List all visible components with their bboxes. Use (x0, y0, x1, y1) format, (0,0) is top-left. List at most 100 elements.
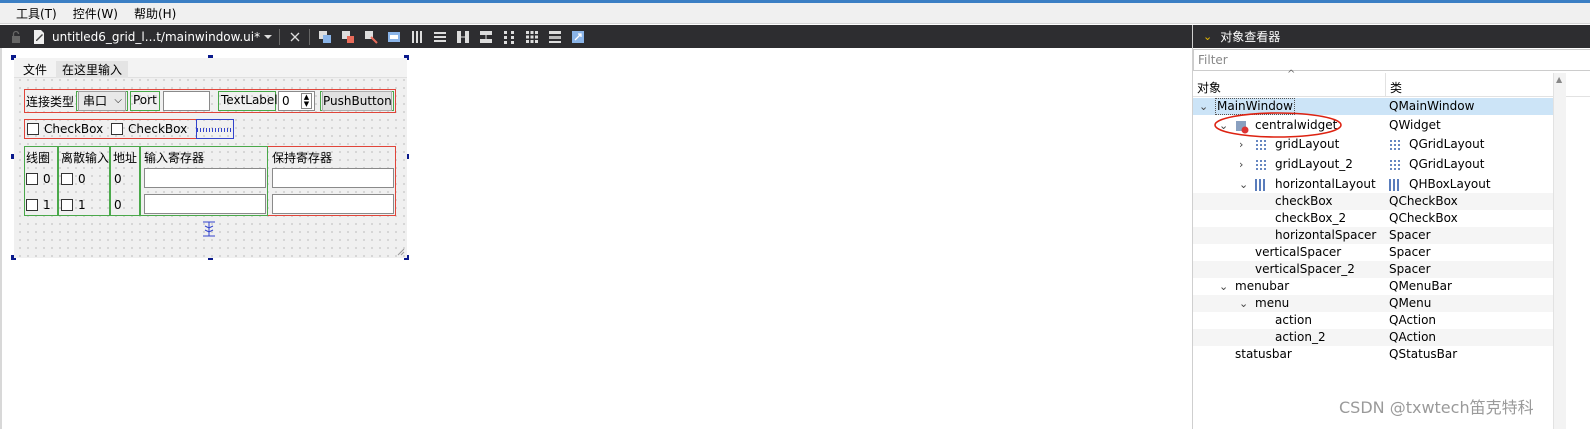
tree-cls: QAction (1389, 313, 1437, 327)
tree-row-action[interactable]: action QAction (1193, 312, 1553, 329)
header-discrete: 离散输入 (61, 151, 110, 165)
adjust-size-icon[interactable] (566, 25, 589, 48)
tree-row-menu[interactable]: ⌄ menu QMenu (1193, 295, 1553, 312)
resize-grip-icon[interactable] (397, 248, 405, 256)
tree-obj: action (1275, 313, 1312, 327)
layout-horizontal-icon[interactable] (405, 25, 428, 48)
column-header-object[interactable]: 对象 (1197, 79, 1221, 96)
checkbox-2[interactable]: CheckBox (111, 122, 187, 136)
tree-obj: statusbar (1235, 347, 1292, 361)
tree-row-checkbox-2[interactable]: checkBox_2 QCheckBox (1193, 210, 1553, 227)
edit-tab-order-icon[interactable] (382, 25, 405, 48)
layout-vertical-icon[interactable] (428, 25, 451, 48)
checkbox-2-label: CheckBox (128, 122, 188, 136)
tree-row-gridlayout-2[interactable]: › gridLayout_2 QGridLayout (1193, 156, 1553, 173)
close-icon[interactable] (283, 25, 306, 48)
discrete-checkbox-0[interactable]: 0 (61, 172, 86, 186)
collapse-chevron-icon[interactable]: ⌄ (1203, 30, 1212, 43)
tree-cls: Spacer (1389, 245, 1431, 259)
chevron-right-icon[interactable]: › (1239, 156, 1243, 173)
grid-layout-icon (1389, 159, 1401, 171)
column-header-class[interactable]: 类 (1390, 79, 1402, 96)
chevron-down-icon[interactable]: ⌄ (1199, 98, 1208, 115)
tree-cls: QMenu (1389, 296, 1432, 310)
chevron-down-icon[interactable]: ⌄ (1239, 295, 1248, 312)
tree-obj: verticalSpacer_2 (1255, 262, 1355, 276)
port-type-combo[interactable]: 串口 ⌵ (78, 91, 126, 111)
watermark-text: CSDN @txwtech笛克特科 (1339, 398, 1534, 417)
port-type-combo-value: 串口 (83, 94, 108, 108)
lock-icon[interactable] (4, 25, 27, 48)
spin-box[interactable]: 0 ▲ ▼ (278, 91, 315, 111)
scroll-up-arrow-icon[interactable]: ▲ (1556, 75, 1562, 84)
edit-widgets-icon[interactable] (313, 25, 336, 48)
tree-obj: checkBox (1275, 194, 1333, 208)
document-tab[interactable]: untitled6_grid_l...t/mainwindow.ui* (50, 25, 260, 48)
tree-row-menubar[interactable]: ⌄ menubar QMenuBar (1193, 278, 1553, 295)
grid-layout-icon (1255, 159, 1267, 171)
inspector-scrollbar[interactable]: ▲ (1553, 73, 1566, 429)
layout-h-splitter-icon[interactable] (451, 25, 474, 48)
discrete-checkbox-1[interactable]: 1 (61, 198, 86, 212)
tree-row-horizontallayout[interactable]: ⌄ horizontalLayout QHBoxLayout (1193, 176, 1553, 193)
coil-checkbox-1[interactable]: 1 (26, 198, 51, 212)
form-editor-canvas[interactable]: 文件 在这里输入 连接类型 串口 ⌵ Port TextLabel 0 ▲ ▼ P… (0, 48, 1192, 429)
layout-form-icon[interactable] (497, 25, 520, 48)
main-window-form[interactable]: 文件 在这里输入 连接类型 串口 ⌵ Port TextLabel 0 ▲ ▼ P… (14, 58, 407, 258)
object-inspector-panel: ⌄ 对象查看器 Filter 对象 ^ 类 ⌄ MainWindow QMain… (1192, 25, 1590, 429)
tree-obj: verticalSpacer (1255, 245, 1342, 259)
tree-obj: horizontalLayout (1275, 177, 1376, 191)
tree-row-statusbar[interactable]: statusbar QStatusBar (1193, 346, 1553, 363)
port-input[interactable] (163, 91, 210, 111)
menu-widgets[interactable]: 控件(W) (65, 5, 126, 22)
spin-box-value: 0 (282, 94, 290, 108)
toolbar-separator (279, 28, 281, 45)
hbox-layout-icon (1255, 179, 1267, 191)
push-button[interactable]: PushButton (322, 91, 392, 111)
coil-checkbox-0[interactable]: 0 (26, 172, 51, 186)
holding-register-1[interactable] (272, 194, 394, 214)
tree-row-verticalspacer-2[interactable]: verticalSpacer_2 Spacer (1193, 261, 1553, 278)
checkbox-square-icon (111, 123, 123, 135)
tree-cls: QStatusBar (1389, 347, 1458, 361)
tree-obj: horizontalSpacer (1275, 228, 1377, 242)
input-register-0[interactable] (144, 168, 266, 188)
tree-row-action-2[interactable]: action_2 QAction (1193, 329, 1553, 346)
input-register-1[interactable] (144, 194, 266, 214)
layout-grid-icon[interactable] (520, 25, 543, 48)
header-input-register: 输入寄存器 (144, 151, 205, 165)
checkbox-square-icon (26, 173, 38, 185)
chevron-down-icon[interactable]: ⌄ (1219, 278, 1228, 295)
tree-cls: QCheckBox (1389, 211, 1458, 225)
chevron-down-icon[interactable]: ⌄ (1239, 176, 1248, 193)
tree-row-verticalspacer[interactable]: verticalSpacer Spacer (1193, 244, 1553, 261)
chevron-right-icon[interactable]: › (1239, 136, 1243, 153)
discrete-1-label: 1 (78, 198, 86, 212)
checkbox-square-icon (27, 123, 39, 135)
tree-row-gridlayout[interactable]: › gridLayout QGridLayout (1193, 136, 1553, 153)
dropdown-arrow-icon[interactable] (260, 25, 276, 48)
spin-arrows-icon[interactable]: ▲ ▼ (301, 93, 312, 109)
tree-row-checkbox[interactable]: checkBox QCheckBox (1193, 193, 1553, 210)
layout-v-splitter-icon[interactable] (474, 25, 497, 48)
document-icon (27, 25, 50, 48)
holding-register-0[interactable] (272, 168, 394, 188)
checkbox-1[interactable]: CheckBox (27, 122, 103, 136)
discrete-0-label: 0 (78, 172, 86, 186)
tree-row-horizontalspacer[interactable]: horizontalSpacer Spacer (1193, 227, 1553, 244)
break-layout-icon[interactable] (543, 25, 566, 48)
edit-signals-icon[interactable] (336, 25, 359, 48)
menu-tools[interactable]: 工具(T) (8, 5, 65, 22)
horizontal-spacer[interactable] (196, 119, 234, 139)
menu-help[interactable]: 帮助(H) (126, 5, 184, 22)
form-menu-file[interactable]: 文件 (23, 61, 47, 78)
tree-obj: action_2 (1275, 330, 1326, 344)
filter-input[interactable]: Filter (1193, 49, 1590, 71)
header-holding-register: 保持寄存器 (272, 151, 333, 165)
main-menubar: 工具(T) 控件(W) 帮助(H) (0, 3, 1590, 24)
edit-buddies-icon[interactable] (359, 25, 382, 48)
vertical-spacer-icon[interactable] (200, 221, 218, 237)
tree-row-centralwidget[interactable]: ⌄ centralwidget QWidget (1193, 112, 1553, 138)
form-menu-type-here[interactable]: 在这里输入 (56, 61, 129, 78)
tree-cls: QMenuBar (1389, 279, 1452, 293)
